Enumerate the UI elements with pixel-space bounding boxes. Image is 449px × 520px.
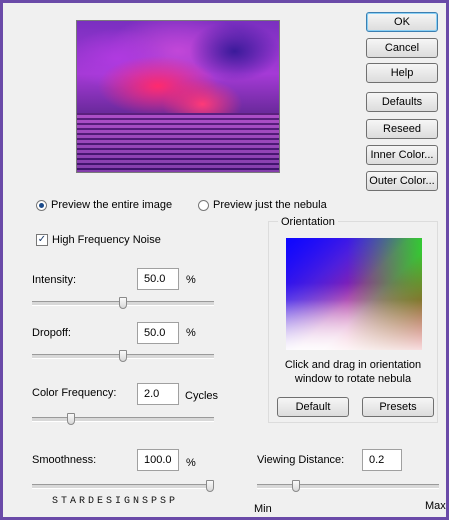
preview-entire-radio[interactable] (36, 200, 47, 211)
color-frequency-slider-track[interactable] (32, 417, 214, 422)
preview-nebula-label: Preview just the nebula (213, 199, 327, 211)
preview-entire-label: Preview the entire image (51, 199, 173, 211)
reseed-button[interactable]: Reseed (366, 119, 438, 139)
orientation-hint-line2: window to rotate nebula (294, 373, 412, 385)
orientation-title: Orientation (278, 216, 338, 228)
smoothness-slider-thumb[interactable] (206, 480, 214, 492)
help-button[interactable]: Help (366, 63, 438, 83)
inner-color-button[interactable]: Inner Color... (366, 145, 438, 165)
ok-button[interactable]: OK (366, 12, 438, 32)
reflection (77, 113, 279, 172)
viewing-distance-slider-thumb[interactable] (291, 480, 300, 492)
dropoff-label: Dropoff: (32, 327, 71, 339)
watermark-text: STARDESIGNSPSP (52, 496, 179, 507)
intensity-label: Intensity: (32, 274, 77, 286)
color-frequency-unit: Cycles (185, 390, 219, 402)
cancel-button[interactable]: Cancel (366, 38, 438, 58)
preview-nebula-radio[interactable] (198, 200, 209, 211)
viewing-distance-input[interactable]: 0.2 (362, 449, 402, 471)
outer-color-button[interactable]: Outer Color... (366, 171, 438, 191)
intensity-slider-thumb[interactable] (119, 297, 127, 309)
orientation-window[interactable] (286, 238, 422, 350)
high-frequency-label: High Frequency Noise (52, 234, 161, 246)
smoothness-label: Smoothness: (32, 454, 97, 466)
viewing-distance-max: Max (425, 500, 446, 512)
defaults-button[interactable]: Defaults (366, 92, 438, 112)
orientation-presets-button[interactable]: Presets (362, 397, 434, 417)
viewing-distance-label: Viewing Distance: (257, 454, 345, 466)
color-frequency-label: Color Frequency: (32, 387, 117, 399)
viewing-distance-min: Min (254, 503, 272, 515)
orientation-default-button[interactable]: Default (277, 397, 349, 417)
viewing-distance-slider-track[interactable] (257, 484, 439, 489)
high-frequency-checkbox[interactable]: ✓ (36, 234, 48, 246)
color-frequency-slider-thumb[interactable] (66, 413, 75, 425)
intensity-unit: % (186, 274, 196, 286)
orientation-white-layer (286, 238, 422, 350)
dropoff-slider-thumb[interactable] (119, 350, 127, 362)
smoothness-slider-track[interactable] (32, 484, 214, 489)
intensity-input[interactable]: 50.0 (137, 268, 179, 290)
color-frequency-input[interactable]: 2.0 (137, 383, 179, 405)
dropoff-input[interactable]: 50.0 (137, 322, 179, 344)
nebula-preview (76, 20, 280, 173)
smoothness-input[interactable]: 100.0 (137, 449, 179, 471)
orientation-hint-line1: Click and drag in orientation (284, 359, 422, 371)
dropoff-unit: % (186, 327, 196, 339)
smoothness-unit: % (186, 457, 196, 469)
